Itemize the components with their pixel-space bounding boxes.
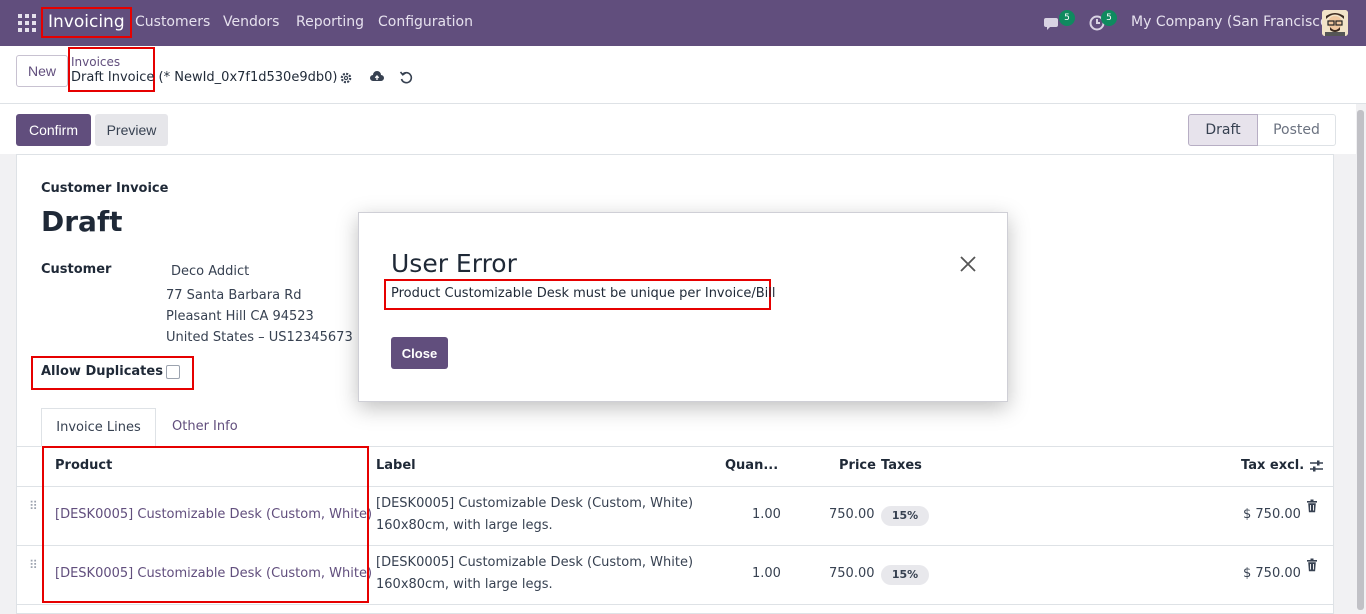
error-message: Product Customizable Desk must be unique… [391, 286, 776, 301]
dialog-title: User Error [391, 249, 517, 278]
close-icon[interactable] [958, 254, 978, 274]
close-button[interactable]: Close [391, 337, 448, 369]
